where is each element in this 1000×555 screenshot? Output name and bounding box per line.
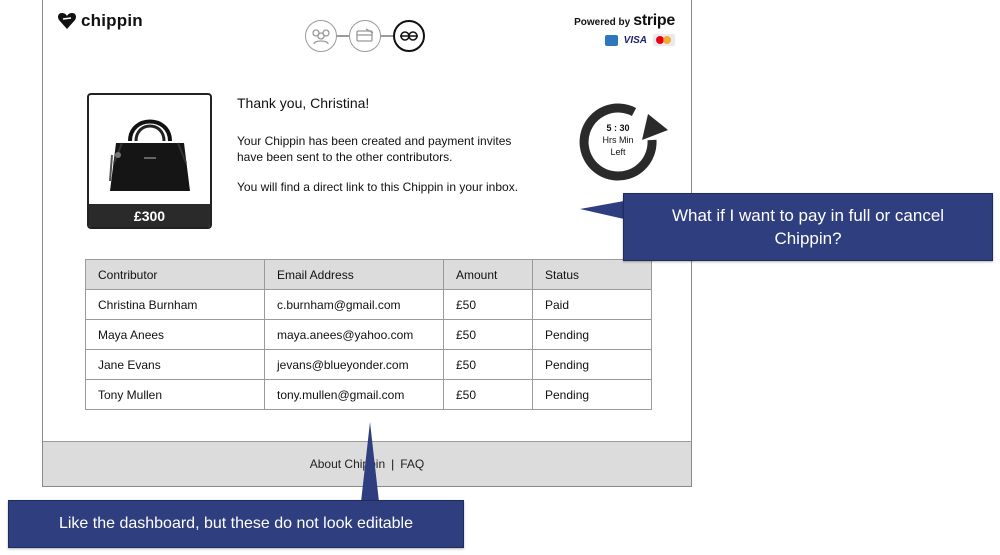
column-header: Contributor xyxy=(85,259,265,290)
contributor-email: tony.mullen@gmail.com xyxy=(264,379,444,410)
timer-units: Hrs Min xyxy=(602,135,634,145)
callout-pointer-right xyxy=(580,201,624,219)
inbox-note: You will find a direct link to this Chip… xyxy=(237,180,519,194)
timer-text: 5 : 30 Hrs Min Left xyxy=(578,122,658,158)
progress-steps xyxy=(305,20,425,52)
callout-pointer-bottom xyxy=(361,422,379,502)
contributor-name: Jane Evans xyxy=(85,349,265,380)
contributor-email: jevans@blueyonder.com xyxy=(264,349,444,380)
contributor-amount: £50 xyxy=(443,289,533,320)
timer-time: 5 : 30 xyxy=(606,123,630,133)
contributor-email: maya.anees@yahoo.com xyxy=(264,319,444,350)
logo-text: chippin xyxy=(81,11,143,30)
confirmation-message: Your Chippin has been created and paymen… xyxy=(237,134,512,164)
heart-logo-icon xyxy=(58,13,76,29)
group-icon xyxy=(312,29,330,45)
annotation-callout-right: What if I want to pay in full or cancel … xyxy=(623,193,993,261)
visa-icon: VISA xyxy=(623,34,647,46)
gift-icon xyxy=(400,31,418,41)
stripe-logo: stripe xyxy=(633,12,675,29)
contributor-status: Pending xyxy=(532,379,652,410)
mastercard-icon xyxy=(653,34,675,46)
table-row: Jane Evans jevans@blueyonder.com £50 Pen… xyxy=(85,349,652,380)
column-header: Amount xyxy=(443,259,533,290)
chippin-page: chippin Powered by stripe VISA £300 Than… xyxy=(42,0,692,487)
logo[interactable]: chippin xyxy=(57,11,143,31)
table-header-row: Contributor Email Address Amount Status xyxy=(85,259,652,290)
step-connector xyxy=(381,35,393,37)
product-price: £300 xyxy=(89,204,210,227)
powered-by-stripe: Powered by stripe VISA xyxy=(574,12,675,46)
countdown-timer: 5 : 30 Hrs Min Left xyxy=(578,100,668,190)
contributor-email: c.burnham@gmail.com xyxy=(264,289,444,320)
contributor-status: Pending xyxy=(532,319,652,350)
card-logos: VISA xyxy=(574,34,675,46)
contributor-name: Christina Burnham xyxy=(85,289,265,320)
table-row: Christina Burnham c.burnham@gmail.com £5… xyxy=(85,289,652,320)
contributor-status: Paid xyxy=(532,289,652,320)
column-header: Email Address xyxy=(264,259,444,290)
footer-separator: | xyxy=(391,457,395,471)
product-card: £300 xyxy=(87,93,212,229)
handbag-icon xyxy=(108,119,190,191)
contributor-name: Maya Anees xyxy=(85,319,265,350)
contributor-amount: £50 xyxy=(443,319,533,350)
contributor-name: Tony Mullen xyxy=(85,379,265,410)
contributor-amount: £50 xyxy=(443,379,533,410)
step-complete[interactable] xyxy=(393,20,425,52)
card-payment-icon xyxy=(356,28,374,42)
faq-link[interactable]: FAQ xyxy=(400,457,424,471)
amex-icon xyxy=(604,34,618,46)
contributors-table: Contributor Email Address Amount Status … xyxy=(85,259,652,410)
step-connector xyxy=(337,35,349,37)
annotation-callout-bottom: Like the dashboard, but these do not loo… xyxy=(8,500,464,548)
thank-you-heading: Thank you, Christina! xyxy=(237,95,370,111)
table-row: Tony Mullen tony.mullen@gmail.com £50 Pe… xyxy=(85,379,652,410)
step-contributors[interactable] xyxy=(305,20,337,52)
handbag-image xyxy=(89,95,210,206)
contributor-amount: £50 xyxy=(443,349,533,380)
column-header: Status xyxy=(532,259,652,290)
powered-by-label: Powered by xyxy=(574,17,631,28)
contributor-status: Pending xyxy=(532,349,652,380)
step-payment[interactable] xyxy=(349,20,381,52)
timer-suffix: Left xyxy=(610,147,626,157)
table-row: Maya Anees maya.anees@yahoo.com £50 Pend… xyxy=(85,319,652,350)
